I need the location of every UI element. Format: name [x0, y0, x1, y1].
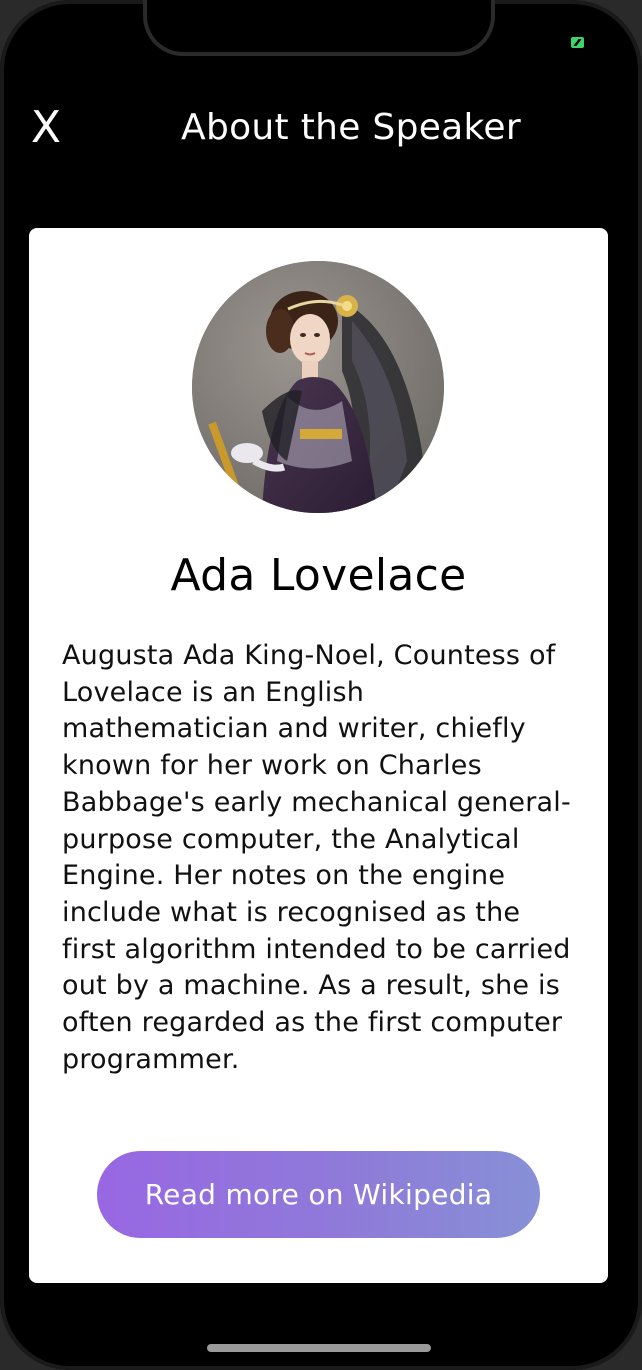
close-button[interactable]: X — [26, 104, 66, 152]
speaker-name: Ada Lovelace — [170, 550, 467, 601]
notch — [147, 0, 491, 52]
battery-charging-icon — [571, 37, 584, 48]
home-indicator[interactable] — [207, 1344, 431, 1352]
page-title: About the Speaker — [181, 107, 521, 148]
speaker-bio: Augusta Ada King-Noel, Countess of Lovel… — [62, 640, 571, 1075]
read-more-wikipedia-button[interactable]: Read more on Wikipedia — [97, 1151, 540, 1238]
phone-screen: X About the Speaker Ada Lovelace Augusta… — [0, 0, 642, 1370]
speaker-portrait — [192, 261, 444, 513]
portrait-illustration — [192, 261, 444, 513]
speaker-card: Ada Lovelace Augusta Ada King-Noel, Coun… — [29, 228, 608, 1283]
